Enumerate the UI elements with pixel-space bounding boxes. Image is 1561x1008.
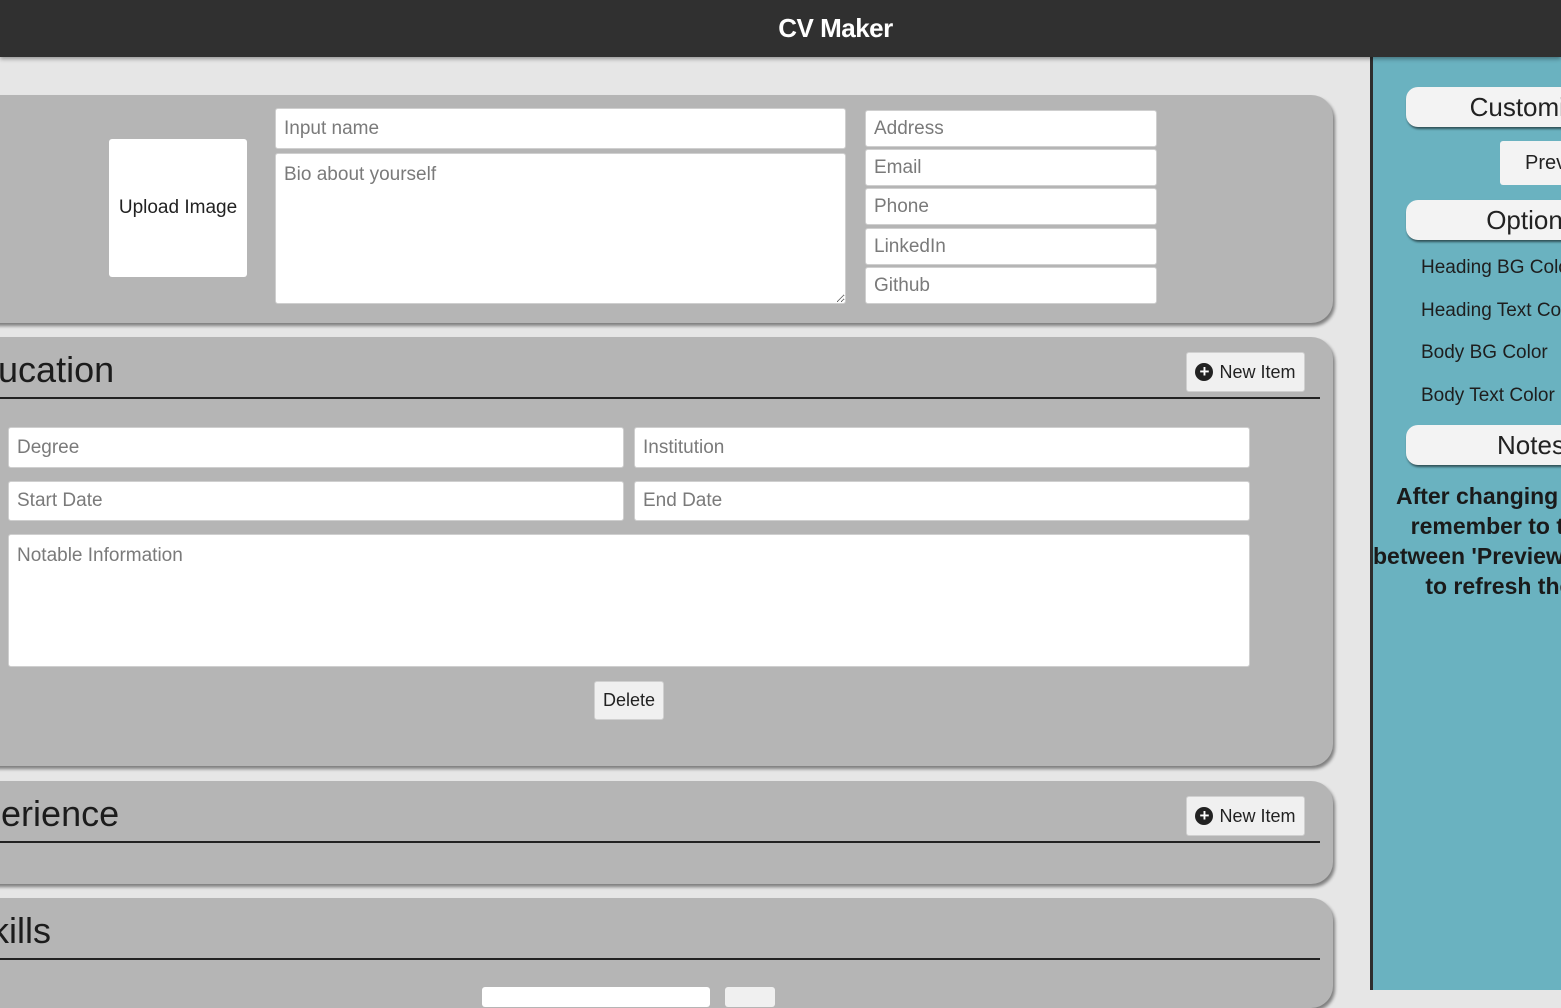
preview-label: Preview xyxy=(1525,151,1561,174)
customize-sidebar: Customize Preview Options Heading BG Col… xyxy=(1370,57,1561,990)
notes-text: After changing colors, remember to toggl… xyxy=(1373,481,1561,601)
phone-input[interactable] xyxy=(865,188,1157,225)
app-title: CV Maker xyxy=(778,13,893,43)
options-heading: Options xyxy=(1406,200,1561,240)
heading-text-color-option[interactable]: Heading Text Color xyxy=(1421,300,1561,322)
education-title: Education xyxy=(0,349,115,390)
github-input[interactable] xyxy=(865,267,1157,304)
section-divider xyxy=(0,958,1320,960)
notes-line: between 'Preview' and 'Edit' xyxy=(1373,543,1561,569)
app-header: CV Maker xyxy=(0,0,1561,57)
institution-input[interactable] xyxy=(634,427,1250,468)
heading-bg-color-option[interactable]: Heading BG Color xyxy=(1421,257,1561,279)
customize-heading: Customize xyxy=(1406,87,1561,127)
options-label: Options xyxy=(1486,204,1561,235)
new-item-label: New Item xyxy=(1219,361,1296,382)
preview-button[interactable]: Preview xyxy=(1500,141,1561,185)
customize-label: Customize xyxy=(1469,91,1561,122)
email-input[interactable] xyxy=(865,149,1157,186)
upload-image-label: Upload Image xyxy=(118,197,238,218)
notable-info-textarea[interactable] xyxy=(8,534,1250,667)
plus-circle-icon: + xyxy=(1195,363,1214,381)
bio-textarea[interactable] xyxy=(275,153,846,304)
experience-panel: Experience + New Item xyxy=(0,781,1333,884)
address-input[interactable] xyxy=(865,110,1157,147)
section-divider xyxy=(0,397,1320,399)
personal-info-panel: Upload Image xyxy=(0,95,1333,323)
education-panel: Education + New Item Delete xyxy=(0,337,1333,766)
notes-line: remember to toggle xyxy=(1410,513,1561,539)
notes-label: Notes xyxy=(1497,429,1561,460)
notes-line: After changing colors, xyxy=(1395,483,1561,509)
skill-input[interactable] xyxy=(482,987,710,1007)
delete-label: Delete xyxy=(602,690,656,710)
start-date-input[interactable] xyxy=(8,481,624,521)
linkedin-input[interactable] xyxy=(865,228,1157,265)
skills-panel: Skills xyxy=(0,898,1333,1008)
notes-line: to refresh the CV xyxy=(1425,573,1561,599)
body-text-color-option[interactable]: Body Text Color xyxy=(1421,385,1555,407)
section-divider xyxy=(0,841,1320,843)
notes-heading: Notes xyxy=(1406,425,1561,465)
skills-title: Skills xyxy=(0,910,52,951)
name-input[interactable] xyxy=(275,108,846,149)
experience-title: Experience xyxy=(0,793,120,834)
plus-circle-icon: + xyxy=(1195,807,1214,825)
upload-image-button[interactable]: Upload Image xyxy=(109,139,247,277)
body-bg-color-option[interactable]: Body BG Color xyxy=(1421,342,1548,364)
degree-input[interactable] xyxy=(8,427,624,468)
end-date-input[interactable] xyxy=(634,481,1250,521)
add-skill-button[interactable] xyxy=(725,987,775,1007)
new-item-label: New Item xyxy=(1219,805,1296,826)
experience-new-item-button[interactable]: + New Item xyxy=(1186,796,1305,836)
education-new-item-button[interactable]: + New Item xyxy=(1186,352,1305,392)
delete-button[interactable]: Delete xyxy=(594,681,664,720)
